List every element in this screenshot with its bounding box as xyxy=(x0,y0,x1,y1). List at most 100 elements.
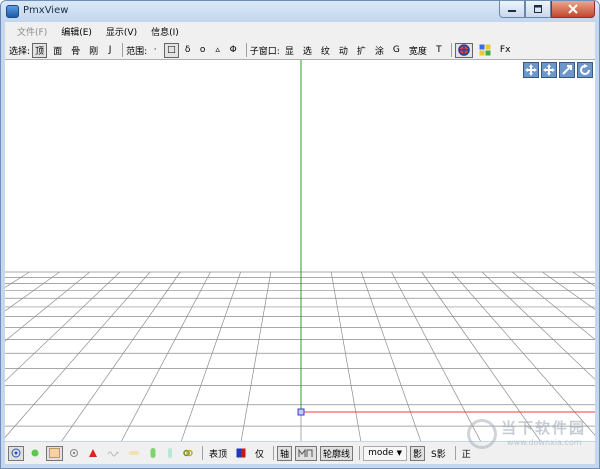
zoom-arrow-icon xyxy=(562,65,572,75)
color-button[interactable] xyxy=(233,446,249,461)
3d-viewport[interactable] xyxy=(5,59,595,441)
sub-motion-button[interactable]: 动 xyxy=(336,43,351,58)
front-vertex-button[interactable]: 表顶 xyxy=(206,446,230,461)
origin-marker xyxy=(297,408,305,416)
grid-line-depth xyxy=(61,271,181,441)
link-toggle[interactable] xyxy=(180,446,196,461)
wireframe-icon xyxy=(298,448,313,457)
select-face-button[interactable]: 面 xyxy=(50,43,65,58)
grid-line-depth xyxy=(572,271,595,287)
target-icon xyxy=(11,448,21,458)
sub-g-button[interactable]: G xyxy=(390,43,403,58)
sub-t-button[interactable]: T xyxy=(433,43,445,58)
capsule-icon xyxy=(129,451,139,455)
toolbar-divider xyxy=(122,43,124,57)
chain-icon xyxy=(183,449,193,457)
grid-line-depth xyxy=(391,271,481,441)
camera-nav-tools xyxy=(521,62,593,78)
grid-line-depth xyxy=(512,271,595,340)
statusbar-divider xyxy=(359,446,361,460)
subwindow-label: 子窗口: xyxy=(249,46,280,57)
grid-line-depth xyxy=(5,271,60,312)
app-icon xyxy=(6,5,19,18)
menu-file[interactable]: 文件(F) xyxy=(17,25,47,38)
zoom-button[interactable] xyxy=(559,62,575,78)
red-triangle-icon xyxy=(89,449,97,457)
green-capsule-icon xyxy=(150,448,156,458)
watermark-text: 当下软件园 xyxy=(501,419,587,437)
mode-value: mode xyxy=(368,448,394,458)
statusbar-divider xyxy=(454,446,456,460)
window-title: PmxView xyxy=(23,5,69,16)
wire-toggle[interactable] xyxy=(295,445,318,461)
grid-quad-icon xyxy=(479,44,491,56)
sub-display-button[interactable]: 显 xyxy=(282,43,297,58)
bone-toggle[interactable] xyxy=(85,446,101,461)
minimize-button[interactable] xyxy=(499,1,525,18)
multi-view-button[interactable] xyxy=(476,43,494,58)
grid-line-depth xyxy=(330,271,362,441)
menu-bar: 文件(F) 编辑(E) 显示(V) 信息(I) xyxy=(5,22,595,41)
maximize-button[interactable] xyxy=(525,1,551,18)
green-star-icon xyxy=(31,449,39,457)
rotate-button[interactable] xyxy=(577,62,593,78)
light-toggle[interactable] xyxy=(27,446,43,461)
axis-toggle[interactable]: 轴 xyxy=(277,445,293,461)
app-window: PmxView 文件(F) 编辑(E) 显示(V) 信息(I) 选择: 顶 面 … xyxy=(0,0,600,469)
grid-line-depth xyxy=(121,271,211,441)
fx-button[interactable]: Fx xyxy=(497,43,514,58)
sub-width-button[interactable]: 宽度 xyxy=(406,43,430,58)
morph-toggle[interactable] xyxy=(104,446,122,461)
vertex-display-toggle[interactable] xyxy=(8,445,24,461)
range-label: 范围: xyxy=(126,46,148,57)
globe-view-button[interactable] xyxy=(454,42,473,58)
range-phi-button[interactable]: Φ xyxy=(227,43,240,58)
outline-toggle[interactable]: 轮廓线 xyxy=(320,445,354,461)
mode-dropdown[interactable]: mode ▼ xyxy=(363,445,407,461)
move-arrows-icon xyxy=(525,64,537,76)
maximize-icon xyxy=(534,5,542,13)
range-triangle-button[interactable]: ▵ xyxy=(212,43,224,58)
menu-view[interactable]: 显示(V) xyxy=(106,25,137,38)
grid-line-depth xyxy=(421,271,541,441)
close-icon xyxy=(568,4,578,14)
select-vertex-button[interactable]: 顶 xyxy=(32,42,48,58)
minimize-icon xyxy=(508,10,516,12)
shadow-toggle[interactable]: 影 xyxy=(409,445,425,461)
texture-toggle[interactable] xyxy=(46,445,63,461)
wave-icon xyxy=(107,451,119,457)
toolbar-divider xyxy=(245,43,247,57)
close-button[interactable] xyxy=(551,1,595,18)
sub-paint-button[interactable]: 涂 xyxy=(372,43,387,58)
title-bar: PmxView xyxy=(1,1,599,22)
globe-icon xyxy=(458,44,470,56)
grid-line-depth xyxy=(542,271,595,310)
range-point-button[interactable]: · xyxy=(149,43,161,58)
sub-extend-button[interactable]: 扩 xyxy=(354,43,369,58)
sub-select-button[interactable]: 选 xyxy=(300,43,315,58)
softbody-toggle[interactable] xyxy=(163,446,177,461)
sub-texture-button[interactable]: 纹 xyxy=(318,43,333,58)
select-bone-button[interactable]: 骨 xyxy=(68,43,83,58)
pan-button[interactable] xyxy=(523,62,539,78)
self-shadow-toggle[interactable]: S影 xyxy=(428,446,449,461)
range-delta-button[interactable]: δ xyxy=(182,43,194,58)
rigid-toggle[interactable] xyxy=(125,446,143,461)
grid-line-depth xyxy=(5,271,121,382)
grid-line-depth xyxy=(240,271,272,441)
range-rect-button[interactable]: □ xyxy=(164,42,179,58)
select-rigid-button[interactable]: 刚 xyxy=(86,43,101,58)
texture-icon xyxy=(49,448,60,458)
range-circle-button[interactable]: o xyxy=(197,43,209,58)
menu-info[interactable]: 信息(I) xyxy=(151,25,179,38)
point-toggle[interactable] xyxy=(66,446,82,461)
menu-edit[interactable]: 编辑(E) xyxy=(61,25,92,38)
only-button[interactable]: 仅 xyxy=(252,446,267,461)
joint-toggle[interactable] xyxy=(146,446,160,461)
chevron-down-icon: ▼ xyxy=(396,449,402,457)
watermark: 当下软件园 www.downxia.com xyxy=(465,417,595,453)
grid-line-depth xyxy=(451,271,595,436)
select-joint-button[interactable]: J xyxy=(104,43,116,58)
translate-button[interactable] xyxy=(541,62,557,78)
grid-line-depth xyxy=(5,271,151,438)
